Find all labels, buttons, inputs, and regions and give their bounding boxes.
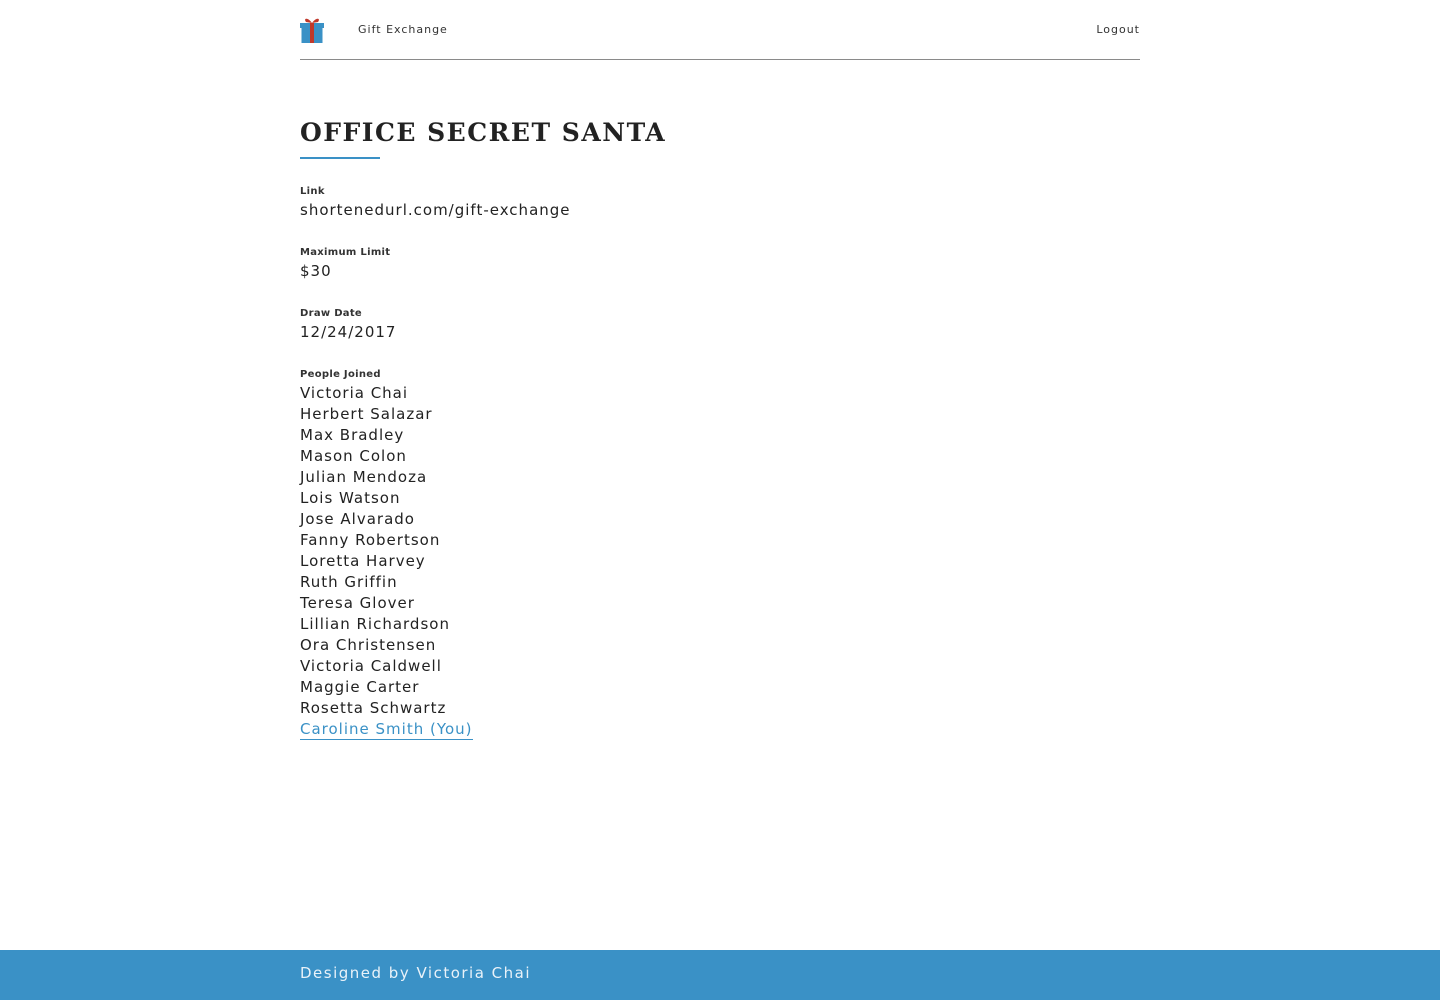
brand-link[interactable]: Gift Exchange xyxy=(358,23,448,36)
link-value[interactable]: shortenedurl.com/gift-exchange xyxy=(300,201,571,219)
current-user-link[interactable]: Caroline Smith (You) xyxy=(300,720,473,740)
footer: Designed by Victoria Chai xyxy=(0,950,1440,1000)
person-item: Maggie Carter xyxy=(300,678,420,696)
maximum-limit-value: $30 xyxy=(300,262,332,280)
person-item: Victoria Caldwell xyxy=(300,657,442,675)
person-item: Julian Mendoza xyxy=(300,468,428,486)
title-underline xyxy=(300,157,380,159)
maximum-limit-label: Maximum Limit xyxy=(300,247,391,258)
person-item: Rosetta Schwartz xyxy=(300,699,447,717)
person-item: Victoria Chai xyxy=(300,384,409,402)
person-item: Teresa Glover xyxy=(300,594,415,612)
draw-date-value: 12/24/2017 xyxy=(300,323,397,341)
person-item: Fanny Robertson xyxy=(300,531,441,549)
person-item: Ruth Griffin xyxy=(300,573,398,591)
person-item: Loretta Harvey xyxy=(300,552,426,570)
page: Gift Exchange Logout OFFICE SECRET SANTA… xyxy=(0,0,1440,1000)
person-item: Lillian Richardson xyxy=(300,615,450,633)
person-item: Herbert Salazar xyxy=(300,405,433,423)
draw-date-label: Draw Date xyxy=(300,308,363,319)
person-item: Lois Watson xyxy=(300,489,401,507)
logout-link[interactable]: Logout xyxy=(1096,23,1140,36)
page-title: OFFICE SECRET SANTA xyxy=(300,118,667,147)
person-item: Ora Christensen xyxy=(300,636,437,654)
people-list: Victoria Chai Herbert Salazar Max Bradle… xyxy=(300,383,473,740)
people-joined-label: People Joined xyxy=(300,369,381,380)
gift-box-icon[interactable] xyxy=(300,17,324,43)
person-item: Mason Colon xyxy=(300,447,407,465)
top-navbar: Gift Exchange Logout xyxy=(300,0,1140,60)
footer-credit: Designed by Victoria Chai xyxy=(300,964,532,982)
current-user-item: Caroline Smith (You) xyxy=(300,719,473,740)
person-item: Max Bradley xyxy=(300,426,405,444)
link-label: Link xyxy=(300,186,325,197)
person-item: Jose Alvarado xyxy=(300,510,415,528)
